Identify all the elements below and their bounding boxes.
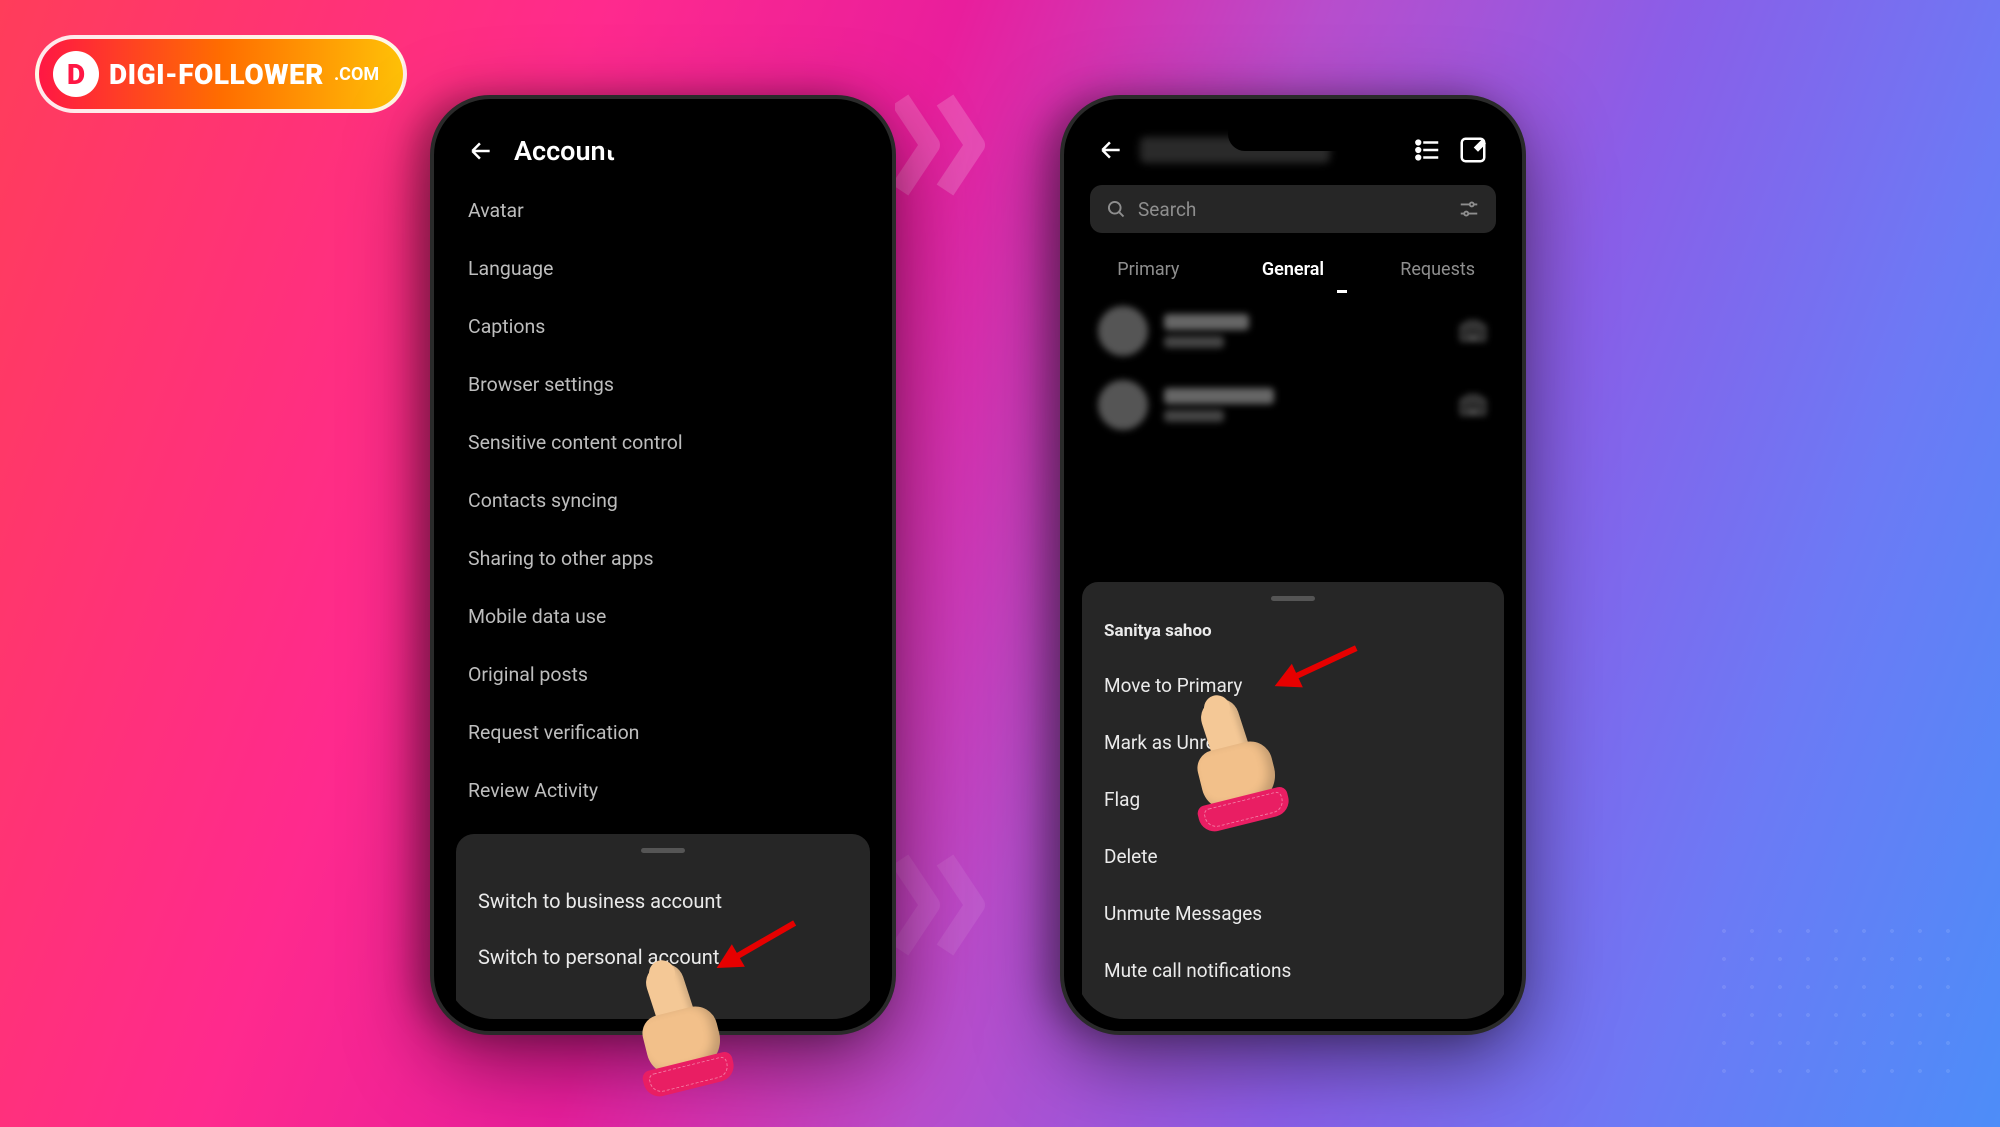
- tab-primary[interactable]: Primary: [1076, 249, 1221, 290]
- camera-icon[interactable]: [1458, 390, 1488, 420]
- conversation-row[interactable]: [1076, 368, 1510, 442]
- back-arrow-icon[interactable]: [468, 138, 494, 164]
- pointing-hand-annotation: [635, 955, 755, 1105]
- page-title: Account: [514, 135, 615, 167]
- setting-request-verification[interactable]: Request verification: [468, 703, 858, 761]
- screen-header: [1076, 111, 1510, 179]
- unmute-messages-button[interactable]: Unmute Messages: [1104, 885, 1482, 942]
- search-icon: [1106, 199, 1126, 219]
- tab-requests[interactable]: Requests: [1365, 249, 1510, 290]
- setting-avatar[interactable]: Avatar: [468, 181, 858, 239]
- inbox-tabs: Primary General Requests: [1076, 243, 1510, 294]
- avatar: [1098, 380, 1148, 430]
- sheet-handle-icon[interactable]: [641, 848, 685, 853]
- pointing-hand-annotation: [1190, 690, 1310, 840]
- logo-main-text: DIGI-FOLLOWER: [109, 58, 324, 91]
- setting-browser[interactable]: Browser settings: [468, 355, 858, 413]
- screen-header: Account: [446, 111, 880, 181]
- logo-sub-text: .COM: [334, 64, 379, 85]
- back-arrow-icon[interactable]: [1098, 137, 1124, 163]
- conversation-row[interactable]: [1076, 294, 1510, 368]
- list-filter-icon[interactable]: [1412, 135, 1442, 165]
- phone-mockup-dm-inbox: Search Primary General Requests Sanitya …: [1060, 95, 1526, 1035]
- search-input[interactable]: Search: [1090, 185, 1496, 233]
- mute-call-notifications-button[interactable]: Mute call notifications: [1104, 942, 1482, 999]
- compose-icon[interactable]: [1458, 135, 1488, 165]
- chevron-decoration: [895, 90, 1005, 204]
- setting-sharing-apps[interactable]: Sharing to other apps: [468, 529, 858, 587]
- setting-original-posts[interactable]: Original posts: [468, 645, 858, 703]
- logo-letter-icon: D: [53, 51, 99, 97]
- setting-mobile-data[interactable]: Mobile data use: [468, 587, 858, 645]
- settings-list: Avatar Language Captions Browser setting…: [446, 181, 880, 819]
- setting-contacts-syncing[interactable]: Contacts syncing: [468, 471, 858, 529]
- avatar: [1098, 306, 1148, 356]
- filter-sliders-icon[interactable]: [1458, 198, 1480, 220]
- dot-pattern-decoration: [1710, 917, 1970, 1097]
- brand-logo: D DIGI-FOLLOWER .COM: [35, 35, 407, 113]
- phone-mockup-account-settings: Account Avatar Language Captions Browser…: [430, 95, 896, 1035]
- username-title-blurred: [1140, 137, 1330, 163]
- camera-icon[interactable]: [1458, 316, 1488, 346]
- sheet-handle-icon[interactable]: [1271, 596, 1315, 601]
- chevron-decoration: [895, 850, 1005, 964]
- setting-captions[interactable]: Captions: [468, 297, 858, 355]
- search-placeholder: Search: [1138, 198, 1446, 221]
- tab-general[interactable]: General: [1221, 249, 1366, 290]
- setting-review-activity[interactable]: Review Activity: [468, 761, 858, 819]
- setting-sensitive-content[interactable]: Sensitive content control: [468, 413, 858, 471]
- setting-language[interactable]: Language: [468, 239, 858, 297]
